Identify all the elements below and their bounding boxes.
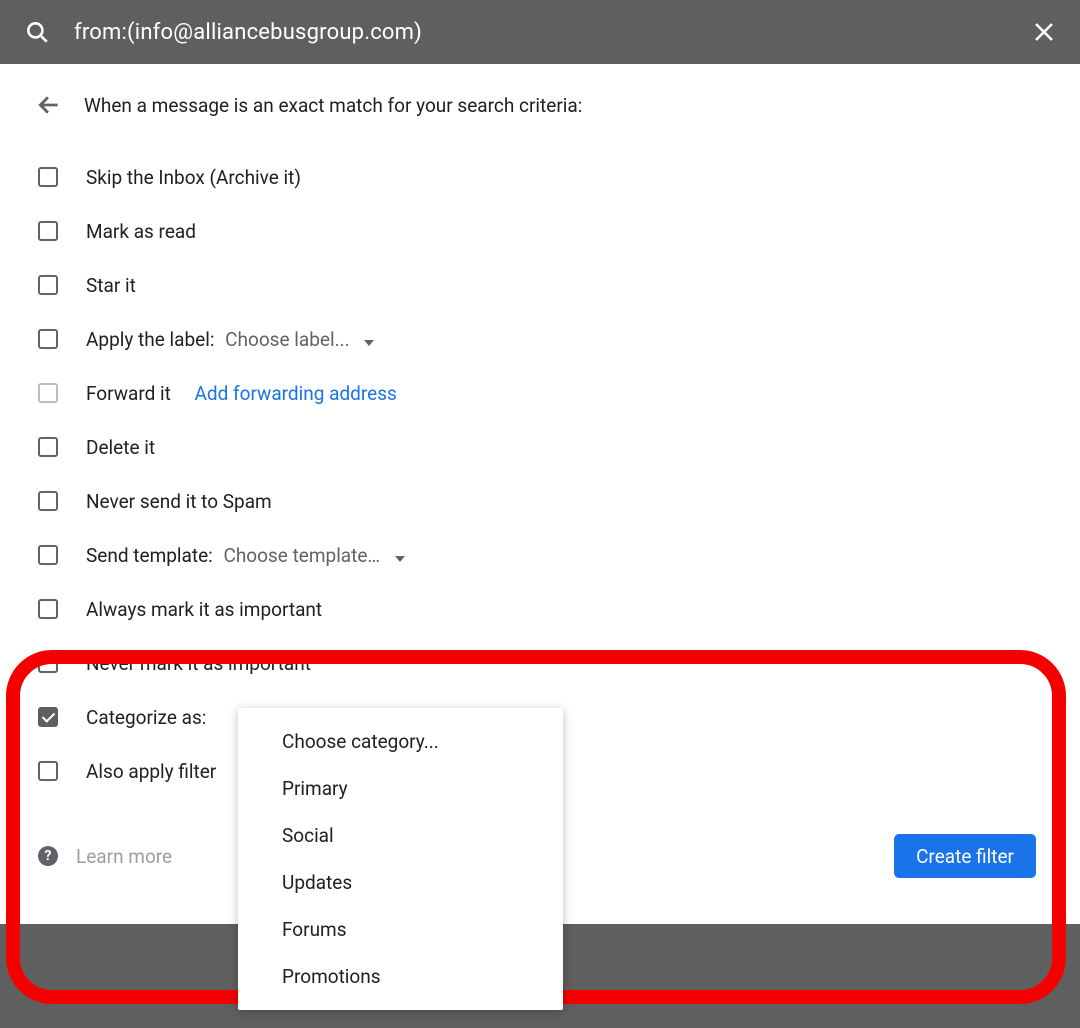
checkbox-always-important[interactable] (38, 599, 58, 619)
label-categorize-as: Categorize as: (86, 706, 206, 729)
chevron-down-icon[interactable] (395, 556, 405, 562)
option-apply-label[interactable]: Apply the label: Choose label... (36, 312, 1044, 366)
label-always-important: Always mark it as important (86, 598, 322, 621)
label-delete-it: Delete it (86, 436, 155, 459)
close-icon[interactable] (1032, 20, 1056, 44)
checkbox-categorize-as[interactable] (38, 707, 58, 727)
label-never-spam: Never send it to Spam (86, 490, 272, 513)
checkbox-send-template[interactable] (38, 545, 58, 565)
checkbox-mark-read[interactable] (38, 221, 58, 241)
label-skip-inbox: Skip the Inbox (Archive it) (86, 166, 301, 189)
add-forwarding-link[interactable]: Add forwarding address (194, 382, 396, 405)
dropdown-item-choose[interactable]: Choose category... (238, 718, 563, 765)
checkbox-also-apply[interactable] (38, 761, 58, 781)
select-send-template[interactable]: Choose template… (223, 544, 380, 567)
panel-title: When a message is an exact match for you… (84, 94, 582, 117)
search-query[interactable]: from:(info@alliancebusgroup.com) (74, 20, 1032, 45)
dropdown-item-updates[interactable]: Updates (238, 859, 563, 906)
search-icon (24, 19, 50, 45)
create-filter-button[interactable]: Create filter (894, 834, 1036, 878)
option-never-important[interactable]: Never mark it as important (36, 636, 1044, 690)
label-apply-label: Apply the label: Choose label... (86, 328, 374, 351)
dropdown-item-forums[interactable]: Forums (238, 906, 563, 953)
checkbox-skip-inbox[interactable] (38, 167, 58, 187)
label-also-apply: Also apply filter (86, 760, 216, 783)
option-star-it[interactable]: Star it (36, 258, 1044, 312)
help-icon[interactable]: ? (38, 846, 58, 866)
option-never-spam[interactable]: Never send it to Spam (36, 474, 1044, 528)
label-never-important: Never mark it as important (86, 652, 311, 675)
panel-header: When a message is an exact match for you… (36, 92, 1044, 118)
option-always-important[interactable]: Always mark it as important (36, 582, 1044, 636)
label-forward-it: Forward it Add forwarding address (86, 382, 397, 405)
dropdown-item-primary[interactable]: Primary (238, 765, 563, 812)
option-delete-it[interactable]: Delete it (36, 420, 1044, 474)
checkbox-apply-label[interactable] (38, 329, 58, 349)
checkbox-delete-it[interactable] (38, 437, 58, 457)
checkbox-forward-it[interactable] (38, 383, 58, 403)
dropdown-item-promotions[interactable]: Promotions (238, 953, 563, 1000)
checkbox-never-spam[interactable] (38, 491, 58, 511)
label-mark-read: Mark as read (86, 220, 196, 243)
category-dropdown[interactable]: Choose category... Primary Social Update… (238, 708, 563, 1010)
option-skip-inbox[interactable]: Skip the Inbox (Archive it) (36, 150, 1044, 204)
search-bar: from:(info@alliancebusgroup.com) (0, 0, 1080, 64)
label-star-it: Star it (86, 274, 136, 297)
checkbox-star-it[interactable] (38, 275, 58, 295)
back-icon[interactable] (36, 92, 62, 118)
label-send-template: Send template: Choose template… (86, 544, 405, 567)
dropdown-item-social[interactable]: Social (238, 812, 563, 859)
option-forward-it[interactable]: Forward it Add forwarding address (36, 366, 1044, 420)
option-mark-read[interactable]: Mark as read (36, 204, 1044, 258)
chevron-down-icon[interactable] (364, 340, 374, 346)
select-apply-label[interactable]: Choose label... (225, 328, 349, 351)
option-send-template[interactable]: Send template: Choose template… (36, 528, 1044, 582)
checkbox-never-important[interactable] (38, 653, 58, 673)
